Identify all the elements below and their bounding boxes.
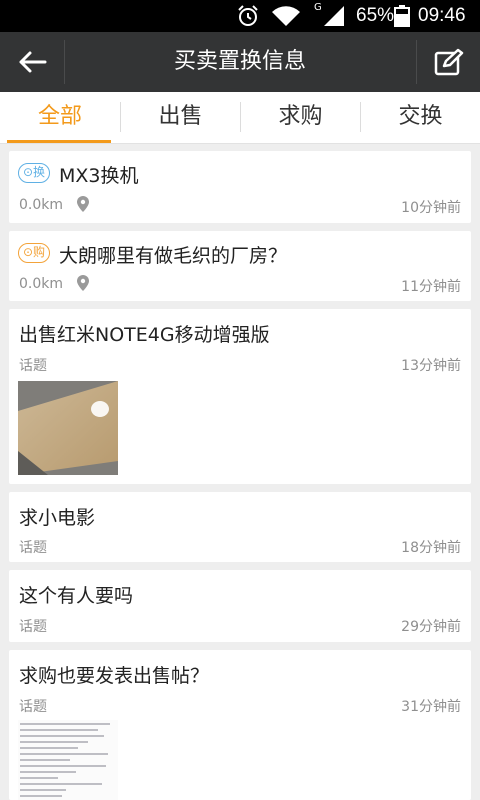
clock: 09:46 [418,5,466,26]
badge-label: 换 [33,165,46,179]
category-tabs: 全部 出售 求购 交换 [0,92,480,144]
post-category: 话题 [19,540,47,556]
location-pin-icon [77,275,89,291]
post-time: 31分钟前 [401,699,461,715]
post-category: 话题 [19,619,47,635]
tab-sell[interactable]: 出售 [121,92,240,144]
post-distance: 0.0km [19,276,64,292]
status-bar: G 65% 09:46 [0,0,480,32]
post-card[interactable]: 求购也要发表出售帖？ 话题 31分钟前 [9,650,471,800]
post-title: 大朗哪里有做毛织的厂房？ [59,245,288,267]
back-button[interactable] [0,32,64,92]
post-thumbnail[interactable] [18,720,118,800]
tab-all[interactable]: 全部 [0,92,120,144]
post-title: 求购也要发表出售帖？ [19,665,210,687]
location-pin-icon [77,196,89,212]
battery-icon [394,5,410,27]
badge-dot-icon: ⊙ [22,245,34,259]
post-card[interactable]: ⊙换 MX3换机 0.0km 10分钟前 [9,151,471,223]
post-time: 10分钟前 [401,200,461,216]
badge-label: 购 [33,245,46,259]
compose-icon [434,48,463,76]
exchange-badge: ⊙换 [18,163,50,183]
post-card[interactable]: 这个有人要吗 话题 29分钟前 [9,570,471,642]
post-card[interactable]: 出售红米NOTE4G移动增强版 话题 13分钟前 [9,309,471,484]
post-title: 这个有人要吗 [19,585,134,607]
battery-percent: 65% [356,5,395,26]
post-card[interactable]: ⊙购 大朗哪里有做毛织的厂房？ 0.0km 11分钟前 [9,231,471,301]
post-time: 13分钟前 [401,358,461,374]
post-card[interactable]: 求小电影 话题 18分钟前 [9,492,471,562]
compose-button[interactable] [417,32,480,92]
back-arrow-icon [19,51,47,73]
signal-icon [324,6,344,26]
post-category: 话题 [19,699,47,715]
tab-buy[interactable]: 求购 [241,92,360,144]
post-time: 29分钟前 [401,619,461,635]
post-thumbnail[interactable] [18,381,118,475]
page-title: 买卖置换信息 [173,49,306,74]
active-tab-indicator [7,140,111,143]
post-title: 出售红米NOTE4G移动增强版 [19,324,270,346]
badge-dot-icon: ⊙ [22,165,34,179]
post-time: 18分钟前 [401,540,461,556]
title-bar: 买卖置换信息 [0,32,480,92]
post-title: 求小电影 [19,507,96,529]
post-title: MX3换机 [59,165,139,187]
alarm-icon [238,5,258,26]
post-category: 话题 [19,358,47,374]
post-time: 11分钟前 [401,279,461,295]
tab-exchange[interactable]: 交换 [361,92,480,144]
buy-badge: ⊙购 [18,243,50,263]
post-distance: 0.0km [19,197,64,213]
wifi-icon [272,6,300,27]
